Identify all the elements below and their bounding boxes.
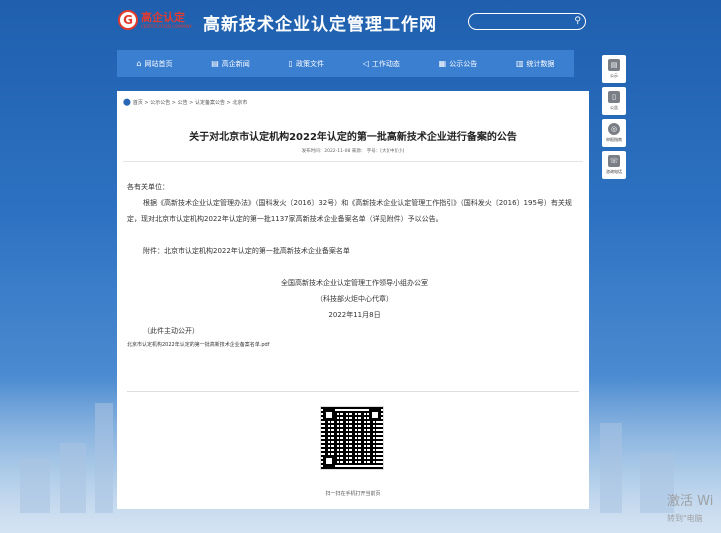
- nav-item-stats[interactable]: ▥ 统计数据: [516, 59, 555, 69]
- search-input[interactable]: ⚲: [468, 13, 586, 30]
- nav-item-notice[interactable]: ▦ 公示公告: [439, 59, 478, 69]
- nav-label: 高企新闻: [221, 59, 250, 68]
- side-item-notice[interactable]: ▤ 公示: [602, 55, 626, 83]
- side-label: 咨询电话: [606, 169, 622, 174]
- side-item-phone[interactable]: ☏ 咨询电话: [602, 151, 626, 179]
- signature-sub: （科技部火炬中心代章）: [316, 295, 393, 303]
- side-label: 公示: [610, 73, 618, 78]
- nav-label: 公示公告: [449, 59, 478, 68]
- nav-label: 政策文件: [295, 59, 324, 68]
- side-label: 公告: [610, 105, 618, 110]
- public-note: （此件主动公开）: [143, 327, 199, 335]
- article-panel: ⬤ 首页 > 公示公告 > 公告 > 认定备案公告 > 北京市 关于对北京市认定…: [117, 91, 589, 509]
- news-icon: ▤: [211, 59, 219, 68]
- nav-item-home[interactable]: ⌂ 网站首页: [136, 59, 172, 69]
- compass-icon: ◎: [608, 123, 620, 135]
- skyline-building: [60, 443, 86, 513]
- nav-item-news[interactable]: ▤ 高企新闻: [211, 59, 250, 69]
- document-icon: ▯: [288, 59, 293, 68]
- activation-watermark: 激活 Wi: [667, 494, 714, 509]
- side-toolbar: ▤ 公示 ▯ 公告 ◎ 申报指南 ☏ 咨询电话: [602, 55, 626, 183]
- site-title: 高新技术企业认定管理工作网: [203, 15, 437, 35]
- breadcrumb-text[interactable]: 首页 > 公示公告 > 公告 > 认定备案公告 > 北京市: [133, 99, 247, 106]
- phone-icon: ☏: [608, 155, 620, 167]
- calendar-icon: ▦: [438, 59, 447, 68]
- skyline-building: [600, 423, 622, 513]
- title-divider: [123, 161, 583, 162]
- logo-emblem-icon: G: [118, 10, 138, 30]
- nav-label: 统计数据: [526, 59, 555, 68]
- salutation: 各有关单位：: [127, 183, 169, 191]
- attachment-file-link[interactable]: 北京市认定机构2022年认定的第一批高新技术企业备案名单.pdf: [127, 339, 582, 351]
- qr-code-icon: [320, 406, 384, 470]
- content-divider: [127, 391, 579, 392]
- article-title: 关于对北京市认定机构2022年认定的第一批高新技术企业进行备案的公告: [189, 132, 517, 143]
- skyline-building: [20, 458, 50, 513]
- qr-code: [320, 406, 384, 478]
- announcement-icon: ▯: [608, 91, 620, 103]
- article-body: 各有关单位： 根据《高新技术企业认定管理办法》（国科发火〔2016〕32号）和《…: [127, 179, 582, 351]
- nav-label: 网站首页: [144, 59, 173, 68]
- breadcrumb: ⬤ 首页 > 公示公告 > 公告 > 认定备案公告 > 北京市: [123, 98, 247, 106]
- signature-org: 全国高新技术企业认定管理工作领导小组办公室: [281, 279, 428, 287]
- publish-date: 2022年11月8日: [328, 311, 381, 319]
- main-nav: ⌂ 网站首页 ▤ 高企新闻 ▯ 政策文件 ◁ 工作动态 ▦ 公示公告 ▥ 统计数据: [117, 50, 574, 77]
- chart-icon: ▥: [515, 59, 524, 68]
- logo-english: CERTIFICATION COMPANY: [141, 23, 192, 29]
- site-logo[interactable]: G 高企认定 CERTIFICATION COMPANY: [118, 10, 192, 30]
- search-icon[interactable]: ⚲: [574, 16, 581, 26]
- send-icon: ◁: [362, 59, 369, 68]
- notice-icon: ▤: [608, 59, 620, 71]
- main-paragraph: 根据《高新技术企业认定管理办法》（国科发火〔2016〕32号）和《高新技术企业认…: [127, 199, 572, 223]
- logo-chinese: 高企认定: [141, 10, 185, 24]
- article-meta: 发布时间：2022-11-08 来源： 字号：[大][中][小]: [301, 149, 405, 154]
- side-label: 申报指南: [606, 137, 622, 142]
- skyline-building: [95, 403, 113, 513]
- nav-item-work[interactable]: ◁ 工作动态: [363, 59, 400, 69]
- attachment-line: 附件：北京市认定机构2022年认定的第一批高新技术企业备案名单: [143, 247, 350, 255]
- side-item-announcement[interactable]: ▯ 公告: [602, 87, 626, 115]
- nav-label: 工作动态: [371, 59, 400, 68]
- side-item-guide[interactable]: ◎ 申报指南: [602, 119, 626, 147]
- home-icon: ⌂: [136, 59, 142, 68]
- nav-item-policy[interactable]: ▯ 政策文件: [289, 59, 324, 69]
- location-pin-icon: ⬤: [123, 98, 131, 106]
- activation-watermark-sub: 转到"电脑: [667, 514, 703, 523]
- qr-caption: 扫一扫在手机打开当前页: [325, 491, 381, 497]
